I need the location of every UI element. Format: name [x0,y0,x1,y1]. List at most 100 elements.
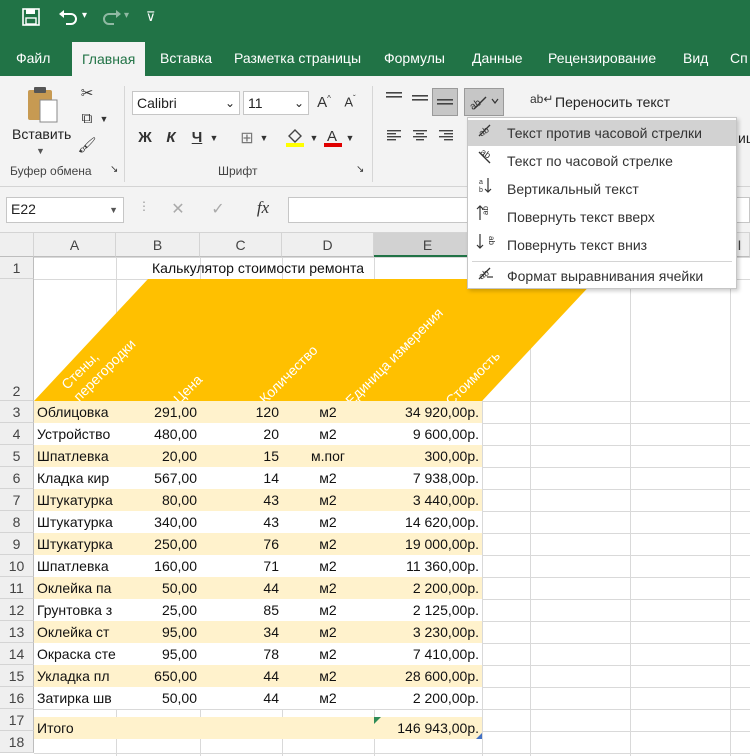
cell-work[interactable]: Устройство [34,423,116,445]
align-right-icon[interactable] [436,128,456,146]
cell-quantity[interactable]: 44 [200,665,282,687]
cell-work[interactable]: Облицовка [34,401,116,423]
copy-icon[interactable]: ⧉ [76,110,98,127]
tab-data[interactable]: Данные [472,40,523,76]
cell-price[interactable]: 340,00 [116,511,200,533]
cell-price[interactable]: 650,00 [116,665,200,687]
undo-dropdown-icon[interactable]: ▾ [82,10,87,21]
paste-button[interactable] [24,84,60,127]
cell-cost[interactable]: 11 360,00р. [374,555,482,577]
cell-unit[interactable]: м2 [282,577,374,599]
cell-work[interactable]: Грунтовка з [34,599,116,621]
cell-unit[interactable]: м2 [282,489,374,511]
cell-cost[interactable]: 3 230,00р. [374,621,482,643]
clipboard-launcher-icon[interactable]: ↘ [110,164,118,175]
font-name-dropdown-icon[interactable]: ⌄ [225,92,235,114]
align-bottom-icon[interactable] [432,88,458,116]
font-size-dropdown-icon[interactable]: ⌄ [294,92,304,114]
font-size-box[interactable]: 11 ⌄ [243,91,309,115]
fill-handle-icon[interactable] [476,733,482,739]
bold-button[interactable]: Ж [136,129,154,146]
cell-price[interactable]: 80,00 [116,489,200,511]
menu-item-angle-clockwise[interactable]: ab Текст по часовой стрелке [468,147,736,174]
cell-work[interactable]: Шпатлевка [34,555,116,577]
customize-quick-access-icon[interactable]: ⊽ [146,9,156,25]
redo-dropdown-icon[interactable]: ▾ [124,10,129,21]
cell-cost[interactable]: 2 125,00р. [374,599,482,621]
cell-price[interactable]: 50,00 [116,577,200,599]
menu-item-rotate-up[interactable]: ab Повернуть текст вверх [468,204,736,230]
cell-unit[interactable]: м.пог [282,445,374,467]
fill-color-icon[interactable] [284,126,306,152]
cell-unit[interactable]: м2 [282,643,374,665]
cell-quantity[interactable]: 43 [200,489,282,511]
merge-center-label[interactable]: ице [738,130,750,146]
cell-price[interactable]: 291,00 [116,401,200,423]
cell-unit[interactable]: м2 [282,599,374,621]
cell-quantity[interactable]: 14 [200,467,282,489]
cell-cost[interactable]: 19 000,00р. [374,533,482,555]
underline-dropdown-icon[interactable]: ▼ [208,133,220,143]
cell-work[interactable]: Оклейка па [34,577,116,599]
cell-price[interactable]: 480,00 [116,423,200,445]
name-box-dropdown-icon[interactable]: ▼ [109,199,118,221]
cell-price[interactable]: 160,00 [116,555,200,577]
italic-button[interactable]: К [162,129,180,146]
name-box[interactable]: E22 ▼ [6,197,124,223]
font-launcher-icon[interactable]: ↘ [356,164,364,175]
cell-cost[interactable]: 28 600,00р. [374,665,482,687]
wrap-text-icon[interactable]: ab↵ [530,92,553,106]
cell-unit[interactable]: м2 [282,555,374,577]
align-left-icon[interactable] [384,128,404,146]
cell-unit[interactable]: м2 [282,511,374,533]
cell-work[interactable]: Штукатурка [34,489,116,511]
cell-cost[interactable]: 14 620,00р. [374,511,482,533]
cell-cost[interactable]: 2 200,00р. [374,687,482,709]
cell-cost[interactable]: 7 938,00р. [374,467,482,489]
menu-item-vertical-text[interactable]: ab Вертикальный текст [468,176,736,202]
cell-work[interactable]: Окраска сте [34,643,116,665]
menu-item-rotate-down[interactable]: ab Повернуть текст вниз [468,232,736,258]
enter-icon[interactable]: ✓ [208,199,228,219]
cell-work[interactable]: Кладка кир [34,467,116,489]
cell-quantity[interactable]: 44 [200,577,282,599]
cell-price[interactable]: 95,00 [116,621,200,643]
redo-icon[interactable] [100,8,122,31]
cell-quantity[interactable]: 71 [200,555,282,577]
font-color-icon[interactable]: A [322,126,344,152]
cell-quantity[interactable]: 44 [200,687,282,709]
tab-review[interactable]: Рецензирование [548,40,656,76]
borders-icon[interactable]: ⊞ [236,128,258,148]
cell-cost[interactable]: 3 440,00р. [374,489,482,511]
tab-home[interactable]: Главная [72,42,146,76]
decrease-font-icon[interactable]: Aˇ [340,94,360,109]
borders-dropdown-icon[interactable]: ▼ [258,133,270,143]
menu-item-angle-counterclockwise[interactable]: ab Текст против часовой стрелки [468,120,736,146]
menu-item-format-alignment[interactable]: ab Формат выравнивания ячейки [468,263,736,289]
insert-function-icon[interactable]: fx [252,198,274,218]
tab-more[interactable]: Сп [730,40,748,76]
cell-quantity[interactable]: 78 [200,643,282,665]
cell-cost[interactable]: 9 600,00р. [374,423,482,445]
format-painter-icon[interactable]: 🖌 [76,136,98,154]
cell-work[interactable]: Укладка пл [34,665,116,687]
cell-cost[interactable]: 7 410,00р. [374,643,482,665]
cell-quantity[interactable]: 43 [200,511,282,533]
total-label[interactable]: Итого [34,717,116,739]
sheet-title[interactable]: Калькулятор стоимости ремонта [34,257,482,279]
tab-formulas[interactable]: Формулы [384,40,445,76]
cell-price[interactable]: 250,00 [116,533,200,555]
align-middle-icon[interactable] [408,90,432,110]
cell-work[interactable]: Затирка шв [34,687,116,709]
tab-insert[interactable]: Вставка [160,40,212,76]
tab-file[interactable]: Файл [16,40,50,76]
cell-work[interactable]: Шпатлевка [34,445,116,467]
copy-dropdown-icon[interactable]: ▼ [98,114,110,124]
increase-font-icon[interactable]: A^ [314,94,334,111]
cell-quantity[interactable]: 20 [200,423,282,445]
cancel-icon[interactable]: ✕ [168,199,188,219]
paste-dropdown-icon[interactable]: ▼ [36,146,45,156]
cell-quantity[interactable]: 76 [200,533,282,555]
worksheet-grid[interactable]: A B C D E I 1 2 3 4 5 6 7 8 9 10 11 12 13 14 15 16 17 18 … [0,233,750,756]
cell-price[interactable]: 50,00 [116,687,200,709]
